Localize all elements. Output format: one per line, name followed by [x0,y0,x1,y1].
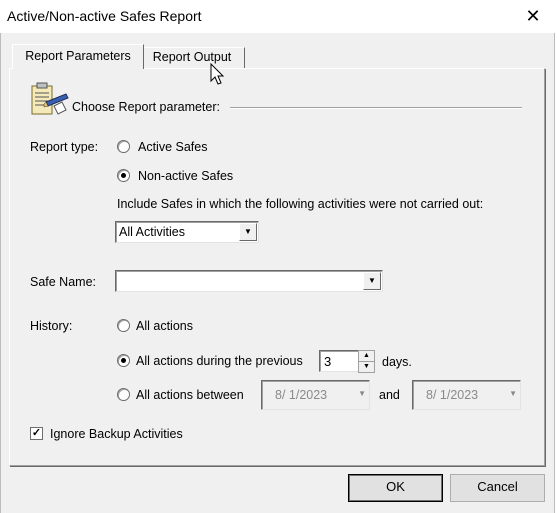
date-from-value: 8/ 1/2023 [275,388,328,402]
section-heading: Choose Report parameter: [72,100,220,114]
activities-select[interactable]: All Activities ▼ [115,221,259,243]
ok-button[interactable]: OK [348,474,443,502]
report-type-label: Report type: [30,140,99,154]
chevron-down-icon[interactable]: ▼ [509,389,517,398]
activities-select-value: All Activities [119,225,185,239]
date-to-value: 8/ 1/2023 [426,388,479,402]
close-icon[interactable]: ✕ [522,3,544,29]
all-actions-label[interactable]: All actions [136,319,193,333]
chevron-down-icon[interactable]: ▼ [239,223,257,241]
days-label: days. [382,355,412,369]
days-spinner-down[interactable]: ▼ [358,361,375,373]
tab-report-parameters-label: Report Parameters [25,49,131,63]
non-active-safes-label[interactable]: Non-active Safes [138,169,233,183]
previous-actions-radio[interactable] [117,354,130,367]
days-input-value: 3 [324,354,332,369]
between-actions-radio[interactable] [117,388,130,401]
chevron-down-icon[interactable]: ▼ [363,272,381,290]
history-label: History: [30,319,73,333]
non-active-safes-radio[interactable] [117,169,130,182]
ignore-backup-checkbox[interactable]: ✓ [30,427,43,440]
chevron-down-icon[interactable]: ▼ [358,389,366,398]
all-actions-radio[interactable] [117,319,130,332]
ok-button-label: OK [386,479,405,494]
date-to-picker[interactable]: 8/ 1/2023 ▼ [412,380,521,410]
safe-name-label: Safe Name: [30,275,97,289]
previous-actions-label[interactable]: All actions during the previous [136,354,303,368]
window-title: Active/Non-active Safes Report [7,8,202,24]
tab-report-output[interactable]: Report Output [139,47,245,69]
cancel-button[interactable]: Cancel [450,474,545,502]
date-from-picker[interactable]: 8/ 1/2023 ▼ [261,380,370,410]
and-label: and [379,388,400,402]
tab-report-parameters[interactable]: Report Parameters [12,44,144,69]
cancel-button-label: Cancel [477,479,518,494]
tab-report-output-label: Report Output [152,50,232,64]
active-safes-radio[interactable] [117,140,130,153]
active-safes-label[interactable]: Active Safes [138,140,207,154]
mouse-cursor-icon [210,62,226,87]
days-input[interactable]: 3 [319,350,359,372]
section-divider [230,107,522,109]
include-safes-text: Include Safes in which the following act… [117,197,484,211]
between-actions-label[interactable]: All actions between [136,388,244,402]
ignore-backup-label[interactable]: Ignore Backup Activities [50,427,183,441]
safe-name-select[interactable]: ▼ [115,270,383,292]
report-clipboard-icon [28,82,70,120]
